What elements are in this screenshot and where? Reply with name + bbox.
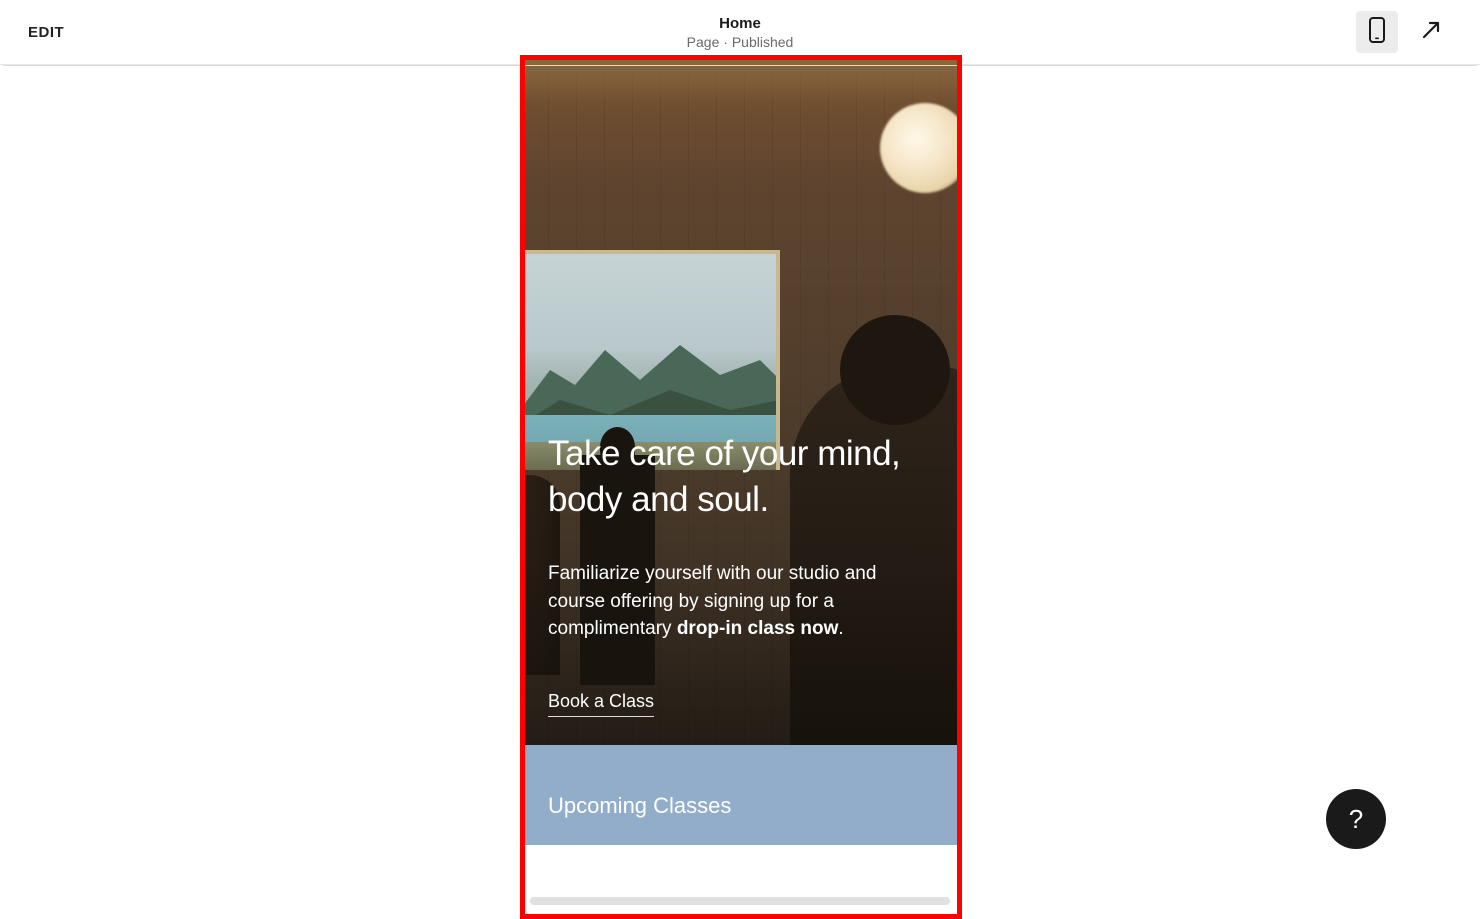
expand-icon xyxy=(1420,19,1442,46)
hero-description[interactable]: Familiarize yourself with our studio and… xyxy=(548,560,932,643)
mobile-preview-wrapper: Take care of your mind, body and soul. F… xyxy=(520,55,960,907)
page-title-block: Home Page · Published xyxy=(687,15,794,50)
book-class-link[interactable]: Book a Class xyxy=(548,691,654,717)
hero-content: Take care of your mind, body and soul. F… xyxy=(548,431,932,717)
hero-section[interactable]: Take care of your mind, body and soul. F… xyxy=(520,55,960,745)
help-icon: ? xyxy=(1349,804,1363,835)
upcoming-classes-heading: Upcoming Classes xyxy=(548,793,932,819)
hero-ceiling-light xyxy=(520,55,960,105)
edit-button[interactable]: EDIT xyxy=(28,24,64,41)
page-title: Home xyxy=(687,15,794,32)
mobile-icon xyxy=(1367,17,1387,48)
hero-lamp xyxy=(880,103,960,193)
expand-button[interactable] xyxy=(1410,11,1452,53)
hero-description-bold: drop-in class now xyxy=(677,618,839,639)
hero-heading[interactable]: Take care of your mind, body and soul. xyxy=(548,431,932,522)
upcoming-classes-section[interactable]: Upcoming Classes xyxy=(520,745,960,845)
view-controls xyxy=(1356,11,1452,53)
page-meta: Page · Published xyxy=(687,34,794,50)
mobile-preview-frame[interactable]: Take care of your mind, body and soul. F… xyxy=(520,55,960,845)
hero-description-suffix: . xyxy=(838,618,843,639)
help-button[interactable]: ? xyxy=(1326,789,1386,849)
preview-canvas: Take care of your mind, body and soul. F… xyxy=(0,65,1480,907)
mobile-view-button[interactable] xyxy=(1356,11,1398,53)
horizontal-scrollbar[interactable] xyxy=(530,897,950,905)
